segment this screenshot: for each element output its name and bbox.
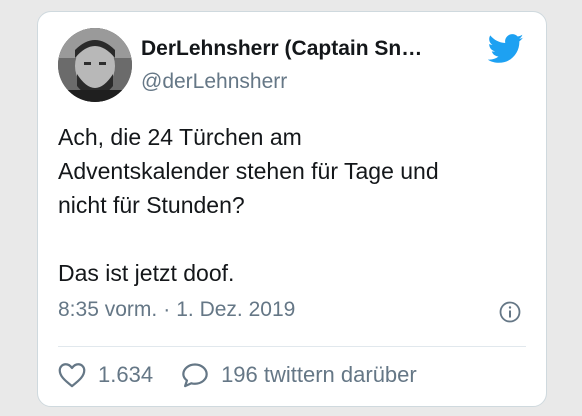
heart-icon: [58, 363, 86, 388]
tweet-line: nicht für Stunden?: [58, 192, 245, 218]
info-icon[interactable]: [498, 300, 522, 324]
tweet-card[interactable]: DerLehnsherr (Captain Sn… @derLehnsherr …: [37, 11, 547, 407]
tweet-date: 1. Dez. 2019: [176, 298, 296, 321]
author-display-name[interactable]: DerLehnsherr (Captain Sn…: [141, 37, 422, 61]
avatar-photo: [58, 28, 132, 102]
tweet-actions: 1.634 196 twittern darüber: [58, 362, 417, 388]
speech-bubble-icon: [182, 363, 208, 388]
meta-separator: ·: [163, 298, 171, 321]
tweet-text: Ach, die 24 Türchen am Adventskalender s…: [58, 120, 528, 290]
author-handle[interactable]: @derLehnsherr: [141, 70, 287, 94]
tweet-timestamp[interactable]: 8:35 vorm. · 1. Dez. 2019: [58, 298, 295, 322]
tweet-time: 8:35 vorm.: [58, 298, 158, 321]
conversation-button[interactable]: 196 twittern darüber: [181, 362, 417, 388]
tweet-line: Ach, die 24 Türchen am: [58, 124, 302, 150]
twitter-bird-icon[interactable]: [488, 34, 524, 64]
like-button[interactable]: 1.634: [58, 362, 153, 388]
like-count: 1.634: [98, 362, 154, 387]
tweet-line: Das ist jetzt doof.: [58, 260, 235, 286]
replies-label: 196 twittern darüber: [221, 362, 417, 387]
avatar[interactable]: [58, 28, 132, 102]
tweet-line: Adventskalender stehen für Tage und: [58, 158, 439, 184]
divider: [58, 346, 526, 347]
